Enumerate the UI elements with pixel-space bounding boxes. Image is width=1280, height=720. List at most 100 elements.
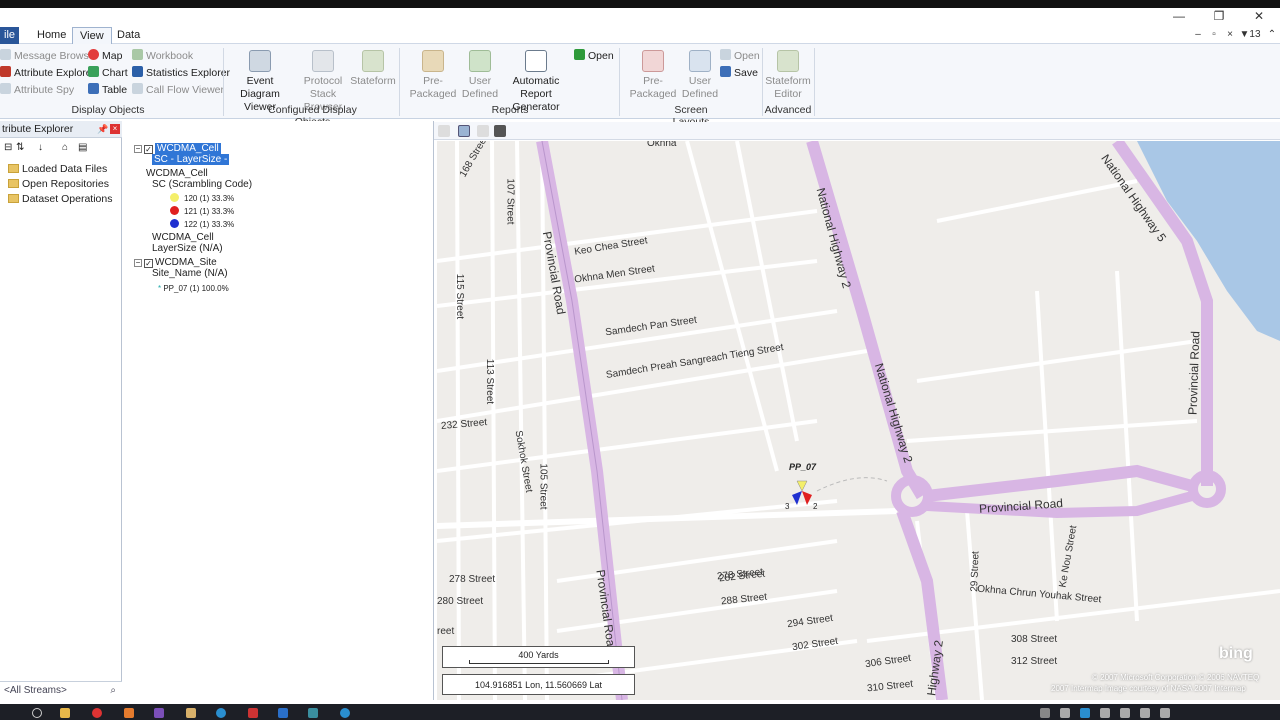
pin-icon[interactable]: 📌 — [97, 121, 108, 138]
file-tab[interactable]: ile — [0, 27, 20, 44]
search-icon[interactable]: ⌕ — [110, 682, 116, 700]
workbook-button[interactable]: Workbook — [132, 48, 193, 64]
street-label: 115 Street — [454, 273, 466, 320]
tray-icon[interactable] — [1040, 708, 1050, 718]
app-icon[interactable] — [186, 708, 196, 718]
street-label: 113 Street — [484, 358, 496, 405]
app-icon[interactable] — [248, 708, 258, 718]
map-pin-icon — [88, 49, 99, 60]
home-icon[interactable]: ⌂ — [62, 142, 68, 153]
loaded-data-files-item[interactable]: Loaded Data Files — [8, 162, 107, 177]
copyright-text: © 2007 Microsoft Corporation © 2006 NAVT… — [1092, 673, 1260, 682]
sort-icon[interactable]: ⇅ — [16, 142, 24, 153]
ribbon-collapse-icon[interactable]: ⌃ — [1264, 28, 1280, 42]
table-icon — [88, 83, 99, 94]
legend-icon[interactable] — [494, 125, 506, 137]
panel-title: tribute Explorer — [2, 123, 74, 135]
mdi-restore-button[interactable]: ▫ — [1206, 28, 1222, 42]
tray-icon[interactable] — [1100, 708, 1110, 718]
message-browser-icon — [0, 49, 11, 60]
collapse-icon[interactable]: − — [134, 259, 142, 267]
filter-indicator[interactable]: ▼13 — [1238, 28, 1262, 42]
layer-checkbox[interactable]: ✓ — [144, 259, 153, 268]
folder-icon — [8, 194, 19, 203]
mdi-close-button[interactable]: × — [1222, 28, 1238, 42]
search-icon[interactable] — [32, 708, 42, 718]
tab-view[interactable]: View — [72, 27, 112, 44]
display-objects-label: Display Objects — [71, 104, 145, 116]
chrome-icon[interactable] — [92, 708, 102, 718]
ribbon: Message Browser Map Workbook Attribute E… — [0, 44, 1280, 128]
map-view[interactable]: Okhna 168 Street 107 Street Keo Chea Str… — [437, 141, 1280, 700]
app-icon[interactable] — [216, 708, 226, 718]
chart-button[interactable]: Chart — [88, 65, 128, 81]
mdi-minimize-button[interactable]: – — [1190, 28, 1206, 42]
message-browser-button[interactable]: Message Browser — [0, 48, 98, 64]
attribute-explorer-button[interactable]: Attribute Explorer — [0, 65, 95, 81]
scale-line — [469, 660, 609, 664]
site-name-label: Site_Name (N/A) — [152, 268, 228, 279]
street-label: Okhna — [647, 141, 677, 149]
sc-label: SC (Scrambling Code) — [152, 179, 253, 190]
layouts-user-defined-button[interactable]: User Defined — [680, 50, 720, 101]
tab-home[interactable]: Home — [30, 27, 73, 44]
coordinate-readout: 104.916851 Lon, 11.560669 Lat — [442, 674, 635, 695]
cell-layer-node[interactable]: − ✓ WCDMA_Cell — [134, 143, 221, 154]
collapse-icon[interactable]: − — [134, 145, 142, 153]
tree-tool-icon[interactable]: ⊟ — [4, 142, 12, 153]
tray-icon[interactable] — [1140, 708, 1150, 718]
attribute-spy-button[interactable]: Attribute Spy — [0, 82, 74, 98]
restore-button[interactable]: ❐ — [1200, 8, 1238, 26]
open-repositories-item[interactable]: Open Repositories — [8, 177, 109, 192]
attribute-explorer-panel: tribute Explorer 📌 × ⊟ ⇅ ↓ ⌂ ▤ Loaded Da… — [0, 121, 122, 700]
print-icon[interactable]: ▤ — [78, 142, 87, 153]
call-flow-viewer-button[interactable]: Call Flow Viewer — [132, 82, 224, 98]
tab-data[interactable]: Data — [110, 27, 147, 44]
title-bar: — ❐ ✕ — [0, 8, 1280, 26]
down-arrow-icon[interactable]: ↓ — [38, 142, 43, 153]
tray-icon[interactable] — [1060, 708, 1070, 718]
route-icon[interactable] — [458, 125, 470, 137]
app-icon[interactable] — [154, 708, 164, 718]
cell-layer-sublabel[interactable]: SC - LayerSize - — [152, 154, 230, 165]
reports-prepackaged-button[interactable]: Pre-Packaged — [402, 50, 464, 101]
app-icon[interactable] — [124, 708, 134, 718]
table-button[interactable]: Table — [88, 82, 127, 98]
stream-filter-field[interactable]: <All Streams> ⌕ — [0, 681, 122, 700]
layouts-prepackaged-button[interactable]: Pre-Packaged — [622, 50, 684, 101]
stateform-icon — [362, 50, 384, 72]
active-app-icon[interactable] — [308, 708, 318, 718]
tray-icon[interactable] — [1120, 708, 1130, 718]
tray-icon[interactable] — [1080, 708, 1090, 718]
advanced-label: Advanced — [764, 104, 812, 116]
reports-user-defined-button[interactable]: User Defined — [460, 50, 500, 101]
layouts-open-button[interactable]: Open — [720, 48, 760, 64]
call-flow-icon — [132, 83, 143, 94]
graph-icon[interactable] — [477, 125, 489, 137]
attribute-explorer-icon — [0, 66, 11, 77]
legend-item-120: 120 (1) 33.3% — [170, 193, 234, 204]
dataset-operations-item[interactable]: Dataset Operations — [8, 192, 112, 207]
layouts-save-button[interactable]: Save — [720, 65, 758, 81]
statistics-explorer-icon — [132, 66, 143, 77]
map-button[interactable]: Map — [88, 48, 122, 64]
app-icon[interactable] — [340, 708, 350, 718]
close-button[interactable]: ✕ — [1240, 8, 1278, 26]
statistics-explorer-button[interactable]: Statistics Explorer — [132, 65, 230, 81]
sector-label: 3 — [785, 502, 790, 511]
bing-logo: bing — [1219, 645, 1253, 662]
file-explorer-icon[interactable] — [60, 708, 70, 718]
path-icon[interactable] — [438, 125, 450, 137]
site-layer-node[interactable]: − ✓ WCDMA_Site — [134, 257, 217, 268]
stateform-editor-button[interactable]: Stateform Editor — [764, 50, 812, 101]
road-label: Provincial Road — [1185, 330, 1203, 416]
layer-checkbox[interactable]: ✓ — [144, 145, 153, 154]
event-diagram-icon — [249, 50, 271, 72]
reports-open-button[interactable]: Open — [574, 48, 614, 64]
app-icon[interactable] — [278, 708, 288, 718]
minimize-button[interactable]: — — [1160, 8, 1198, 26]
tray-icon[interactable] — [1160, 708, 1170, 718]
site-legend-item: * PP_07 (1) 100.0% — [158, 284, 229, 293]
stateform-button[interactable]: Stateform — [350, 50, 396, 88]
panel-close-icon[interactable]: × — [110, 124, 120, 134]
